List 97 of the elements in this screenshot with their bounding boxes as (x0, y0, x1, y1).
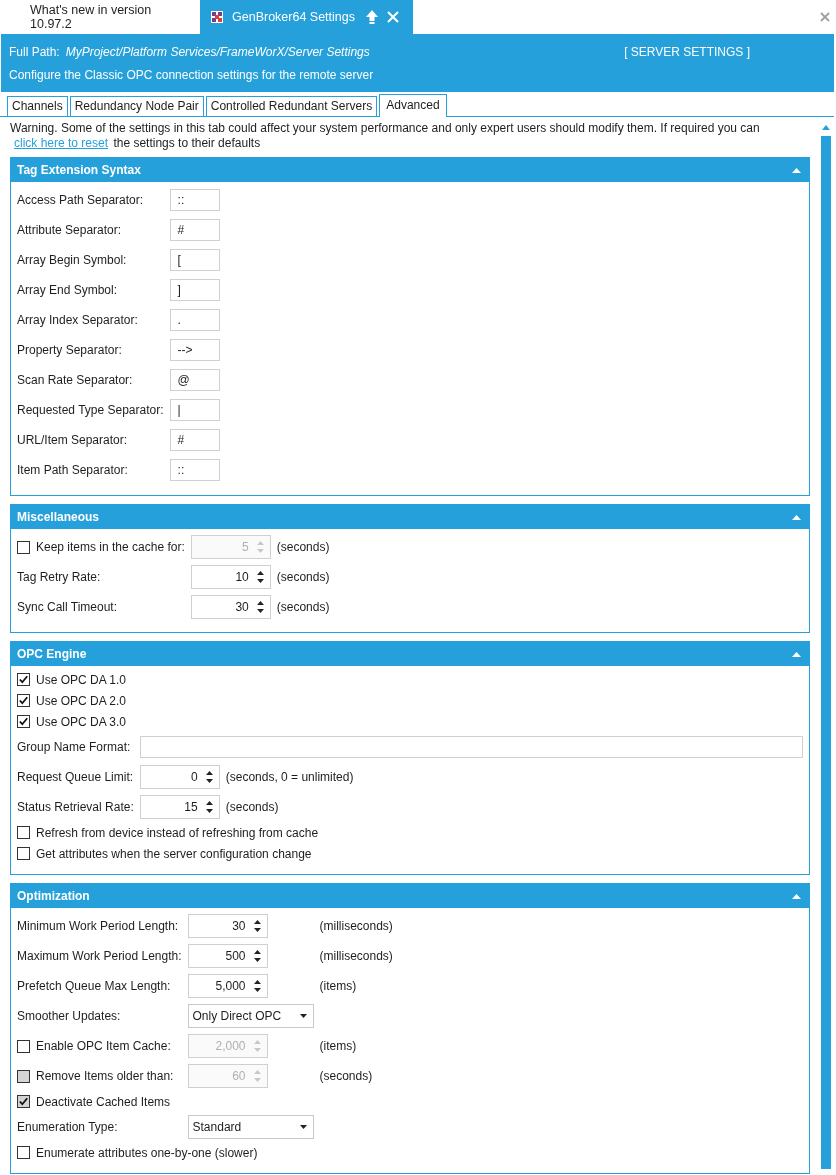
field-label: Scan Rate Separator: (17, 372, 134, 389)
checkbox-label: Enable OPC Item Cache: (36, 1039, 171, 1053)
spinner-arrows-icon[interactable] (205, 800, 213, 814)
field-label: Enumeration Type: (17, 1119, 119, 1136)
unit-label: (seconds) (225, 800, 280, 814)
tab[interactable]: Advanced (379, 94, 447, 117)
unit-label: (seconds) (276, 570, 330, 584)
field-label: Smoother Updates: (17, 1008, 122, 1025)
collapse-icon[interactable] (792, 651, 801, 657)
checkbox-label: Remove Items older than: (36, 1069, 174, 1083)
field-label: Attribute Separator: (17, 222, 123, 239)
unit-label: (seconds) (276, 600, 330, 614)
checkbox-label: Refresh from device instead of refreshing from cache (36, 825, 319, 840)
number-field[interactable]: 5,000 (187, 974, 268, 998)
field-label: Item Path Separator: (17, 462, 129, 479)
text-field[interactable]: [ (169, 249, 220, 271)
tab[interactable]: Redundancy Node Pair (69, 96, 204, 116)
spinner-arrows-icon[interactable] (256, 600, 264, 614)
field-label: Group Name Format: (17, 739, 132, 756)
field-label: Request Queue Limit: (17, 769, 134, 786)
spinner-arrows-icon[interactable] (253, 979, 261, 993)
spinner-arrows-icon[interactable] (253, 949, 261, 963)
section-title: Tag Extension Syntax (17, 163, 141, 177)
field-label: Prefetch Queue Max Length: (17, 978, 172, 995)
text-field[interactable]: ] (169, 279, 220, 301)
unit-label: (seconds, 0 = unlimited) (225, 770, 354, 784)
number-field[interactable]: 15 (139, 795, 220, 819)
page-title: [ SERVER SETTINGS ] (624, 44, 750, 59)
field-label: Property Separator: (17, 342, 123, 359)
unit-label: (items) (319, 1039, 358, 1053)
text-field[interactable] (139, 736, 803, 758)
checkbox[interactable] (17, 694, 30, 707)
field-label: Status Retrieval Rate: (17, 799, 134, 816)
text-field[interactable]: # (169, 219, 220, 241)
tab[interactable]: Controlled Redundant Servers (205, 96, 378, 116)
collapse-icon[interactable] (792, 514, 801, 520)
dropdown[interactable]: Only Direct OPC (187, 1004, 314, 1028)
field-label: Requested Type Separator: (17, 402, 164, 419)
path-label: Full Path: (9, 44, 60, 59)
checkbox[interactable] (17, 673, 30, 686)
checkbox[interactable] (17, 826, 30, 839)
grid-icon (210, 10, 224, 24)
section-title: Miscellaneous (17, 510, 100, 524)
collapse-icon[interactable] (792, 893, 801, 899)
field-label: URL/Item Separator: (17, 432, 129, 449)
unit-label: (milliseconds) (319, 919, 393, 933)
text-field[interactable]: | (169, 399, 220, 421)
dropdown[interactable]: Standard (187, 1115, 314, 1139)
caret-icon (299, 1014, 307, 1018)
spinner-arrows-icon[interactable] (253, 919, 261, 933)
checkbox[interactable] (17, 715, 30, 728)
number-field[interactable]: 0 (139, 765, 220, 789)
checkbox-label: Use OPC DA 1.0 (36, 672, 127, 687)
unit-label: (seconds) (276, 540, 330, 554)
field-label: Tag Retry Rate: (17, 569, 102, 586)
field-label: Access Path Separator: (17, 192, 145, 209)
section-title: OPC Engine (17, 647, 87, 661)
field-label: Array Index Separator: (17, 312, 139, 329)
text-field[interactable]: . (169, 309, 220, 331)
text-field[interactable]: # (169, 429, 220, 451)
field-label: Maximum Work Period Length: (17, 948, 182, 965)
number-field[interactable]: 30 (187, 914, 268, 938)
unit-label: (seconds) (319, 1069, 374, 1083)
spinner-arrows-icon[interactable] (205, 770, 213, 784)
text-field[interactable]: :: (169, 459, 220, 481)
checkbox-label: Enumerate attributes one-by-one (slower) (36, 1145, 258, 1160)
collapse-icon[interactable] (792, 167, 801, 173)
number-field[interactable]: 500 (187, 944, 268, 968)
close-icon[interactable] (820, 12, 830, 22)
checkbox-label: Keep items in the cache for: (36, 540, 185, 554)
text-field[interactable]: :: (169, 189, 220, 211)
field-label: Array End Symbol: (17, 282, 119, 299)
field-label: Array Begin Symbol: (17, 252, 128, 269)
unit-label: (milliseconds) (319, 949, 393, 963)
spinner-arrows-icon[interactable] (256, 570, 264, 584)
checkbox[interactable] (17, 847, 30, 860)
text-field[interactable]: @ (169, 369, 220, 391)
checkbox-label: Use OPC DA 3.0 (36, 714, 127, 729)
number-field[interactable]: 30 (190, 595, 271, 619)
caret-icon (299, 1125, 307, 1129)
checkbox[interactable] (17, 1146, 30, 1159)
description-text: Configure the Classic OPC connection settings for the remote server (9, 67, 375, 82)
document-tab[interactable]: What's new in version 10.97.2 (0, 0, 200, 34)
checkbox-label: Deactivate Cached Items (36, 1094, 171, 1109)
pin-icon[interactable] (365, 9, 379, 25)
unit-label: (items) (319, 979, 358, 993)
checkbox-label: Get attributes when the server configuration change (36, 846, 312, 861)
field-label: Minimum Work Period Length: (17, 918, 180, 935)
field-label: Sync Call Timeout: (17, 599, 119, 616)
checkbox-label: Use OPC DA 2.0 (36, 693, 127, 708)
scroll-up-icon[interactable] (821, 125, 830, 130)
number-field[interactable]: 10 (190, 565, 271, 589)
section-title: Optimization (17, 889, 90, 903)
text-field[interactable]: --> (169, 339, 220, 361)
path-text: MyProject/Platform Services/FrameWorX/Server Settings (65, 44, 370, 59)
warning-text: Warning. Some of the settings in this tab could affect your system performance and only expert users should modify them. If required you can click here to reset the settings to their defaults (10, 121, 761, 151)
tab[interactable]: Channels (7, 96, 68, 116)
